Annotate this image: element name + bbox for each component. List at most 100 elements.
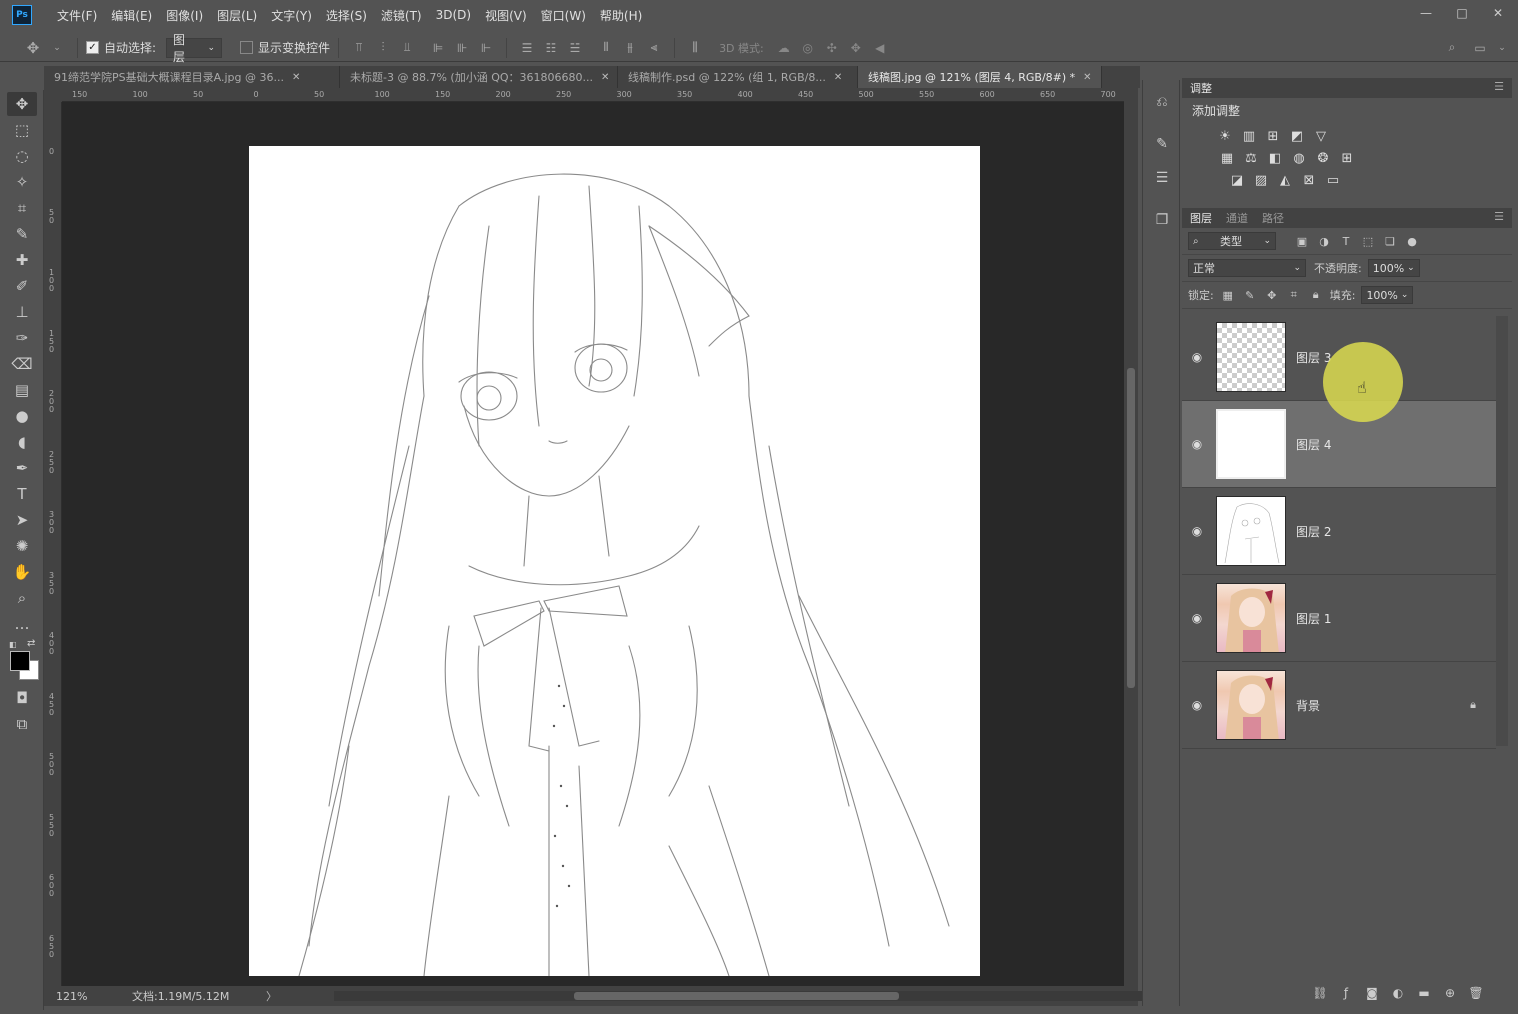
tab-channels[interactable]: 通道 <box>1226 210 1248 226</box>
layer-filter-dropdown[interactable]: ⌕ 类型 ⌄ <box>1188 232 1276 250</box>
menu-edit[interactable]: 编辑(E) <box>104 7 159 24</box>
brightness-contrast-icon[interactable]: ☀ <box>1216 127 1234 145</box>
align-hcenter-icon[interactable]: ⊪ <box>453 39 471 57</box>
swap-colors-icon[interactable]: ⇄ <box>27 638 35 649</box>
black-white-icon[interactable]: ◧ <box>1266 149 1284 167</box>
crop-tool-icon[interactable]: ⌗ <box>7 196 37 220</box>
workspace-icon[interactable]: ▭ <box>1471 39 1489 57</box>
close-icon[interactable]: ✕ <box>601 72 609 83</box>
link-layers-icon[interactable]: ⛓ <box>1312 985 1328 1001</box>
photo-filter-icon[interactable]: ◍ <box>1290 149 1308 167</box>
search-icon[interactable]: ⌕ <box>1443 39 1461 57</box>
menu-view[interactable]: 视图(V) <box>478 7 534 24</box>
exposure-icon[interactable]: ◩ <box>1288 127 1306 145</box>
tab-adjustments[interactable]: 调整 <box>1190 80 1212 96</box>
menu-window[interactable]: 窗口(W) <box>534 7 593 24</box>
visibility-eye-icon[interactable]: ◉ <box>1182 437 1212 451</box>
layer-row-2[interactable]: ◉ 图层 2 <box>1182 488 1496 575</box>
add-mask-icon[interactable]: ◙ <box>1364 985 1380 1001</box>
posterize-icon[interactable]: ▨ <box>1252 171 1270 189</box>
adjustment-filter-icon[interactable]: ◑ <box>1316 233 1332 249</box>
distribute-left-icon[interactable]: ⫴ <box>597 39 615 57</box>
auto-select-checkbox[interactable]: ✓ <box>86 41 99 54</box>
foreground-color-swatch[interactable] <box>10 651 30 671</box>
chevron-down-icon[interactable]: ⌄ <box>1493 39 1511 57</box>
canvas-horizontal-scrollbar[interactable] <box>334 991 1154 1001</box>
tab-paths[interactable]: 路径 <box>1262 210 1284 226</box>
pixel-filter-icon[interactable]: ▣ <box>1294 233 1310 249</box>
menu-type[interactable]: 文字(Y) <box>264 7 319 24</box>
doc-tab-3[interactable]: 线稿制作.psd @ 122% (组 1, RGB/8... ✕ <box>618 66 858 88</box>
maximize-button[interactable]: □ <box>1452 3 1472 23</box>
menu-file[interactable]: 文件(F) <box>50 7 104 24</box>
dodge-tool-icon[interactable]: ◖ <box>7 430 37 454</box>
doc-tab-2[interactable]: 未标题-3 @ 88.7% (加小涵 QQ：361806680... ✕ <box>340 66 618 88</box>
vibrance-icon[interactable]: ▽ <box>1312 127 1330 145</box>
align-right-icon[interactable]: ⊩ <box>477 39 495 57</box>
channel-mixer-icon[interactable]: ❂ <box>1314 149 1332 167</box>
threshold-icon[interactable]: ◭ <box>1276 171 1294 189</box>
layer-name[interactable]: 图层 2 <box>1296 523 1331 540</box>
status-menu-arrow[interactable]: 〉 <box>266 988 277 1004</box>
scroll-thumb[interactable] <box>574 992 899 1000</box>
lasso-tool-icon[interactable]: ◌ <box>7 144 37 168</box>
panel-menu-icon[interactable]: ☰ <box>1494 210 1504 223</box>
layer-name[interactable]: 背景 <box>1296 697 1320 714</box>
menu-filter[interactable]: 滤镜(T) <box>374 7 429 24</box>
delete-layer-icon[interactable]: 🗑︎ <box>1468 985 1484 1001</box>
history-icon[interactable]: ⎌ <box>1150 90 1174 114</box>
layer-row-background[interactable]: ◉ 背景 🔒︎ <box>1182 662 1496 749</box>
distribute-hcenter-icon[interactable]: ⫵ <box>621 39 639 57</box>
lock-image-icon[interactable]: ✎ <box>1242 287 1258 303</box>
lock-all-icon[interactable]: 🔒︎ <box>1308 287 1324 303</box>
visibility-eye-icon[interactable]: ◉ <box>1182 524 1212 538</box>
layer-name[interactable]: 图层 3 <box>1296 349 1331 366</box>
layer-name[interactable]: 图层 4 <box>1296 436 1331 453</box>
distribute-top-icon[interactable]: ☰ <box>518 39 536 57</box>
align-bottom-icon[interactable]: ⫫ <box>398 39 416 57</box>
align-left-icon[interactable]: ⊫ <box>429 39 447 57</box>
zoom-level[interactable]: 121% <box>56 990 132 1003</box>
close-window-button[interactable]: ✕ <box>1488 3 1508 23</box>
distribute-bottom-icon[interactable]: ☱ <box>566 39 584 57</box>
tab-layers[interactable]: 图层 <box>1190 210 1212 226</box>
3d-drag-icon[interactable]: ✣ <box>823 39 841 57</box>
hue-saturation-icon[interactable]: ▦ <box>1218 149 1236 167</box>
layer-name[interactable]: 图层 1 <box>1296 610 1331 627</box>
visibility-eye-icon[interactable]: ◉ <box>1182 350 1212 364</box>
zoom-tool-icon[interactable]: ⌕ <box>7 586 37 610</box>
properties-icon[interactable]: ☰ <box>1150 166 1174 190</box>
pen-tool-icon[interactable]: ✒ <box>7 456 37 480</box>
menu-layer[interactable]: 图层(L) <box>210 7 264 24</box>
invert-icon[interactable]: ◪ <box>1228 171 1246 189</box>
new-layer-icon[interactable]: ⊕ <box>1442 985 1458 1001</box>
3d-slide-icon[interactable]: ✥ <box>847 39 865 57</box>
type-filter-icon[interactable]: T <box>1338 233 1354 249</box>
history-brush-tool-icon[interactable]: ✑ <box>7 326 37 350</box>
visibility-eye-icon[interactable]: ◉ <box>1182 698 1212 712</box>
show-transform-checkbox[interactable] <box>240 41 254 54</box>
libraries-icon[interactable]: ❐ <box>1150 208 1174 232</box>
align-top-icon[interactable]: ⫪ <box>350 39 368 57</box>
gradient-map-icon[interactable]: ▭ <box>1324 171 1342 189</box>
layer-style-icon[interactable]: ƒ <box>1338 985 1354 1001</box>
move-tool-icon[interactable]: ✥ <box>7 92 37 116</box>
lock-position-icon[interactable]: ✥ <box>1264 287 1280 303</box>
distribute-right-icon[interactable]: ⫷ <box>645 39 663 57</box>
default-colors-icon[interactable]: ◧ <box>9 640 17 649</box>
color-lookup-icon[interactable]: ⊞ <box>1338 149 1356 167</box>
new-group-icon[interactable]: ▬ <box>1416 985 1432 1001</box>
scroll-thumb[interactable] <box>1127 368 1135 688</box>
brush-settings-icon[interactable]: ✎ <box>1150 132 1174 156</box>
color-balance-icon[interactable]: ⚖ <box>1242 149 1260 167</box>
screen-mode-icon[interactable]: ⧉ <box>7 712 37 736</box>
eraser-tool-icon[interactable]: ⌫ <box>7 352 37 376</box>
clone-stamp-tool-icon[interactable]: ⊥ <box>7 300 37 324</box>
color-swatches[interactable]: ◧ ⇄ <box>0 638 44 684</box>
menu-image[interactable]: 图像(I) <box>159 7 210 24</box>
close-icon[interactable]: ✕ <box>834 72 842 83</box>
hand-tool-icon[interactable]: ✋ <box>7 560 37 584</box>
eyedropper-tool-icon[interactable]: ✎ <box>7 222 37 246</box>
document-canvas[interactable] <box>249 146 980 976</box>
doc-tab-4-active[interactable]: 线稿图.jpg @ 121% (图层 4, RGB/8#) * ✕ <box>858 66 1102 88</box>
